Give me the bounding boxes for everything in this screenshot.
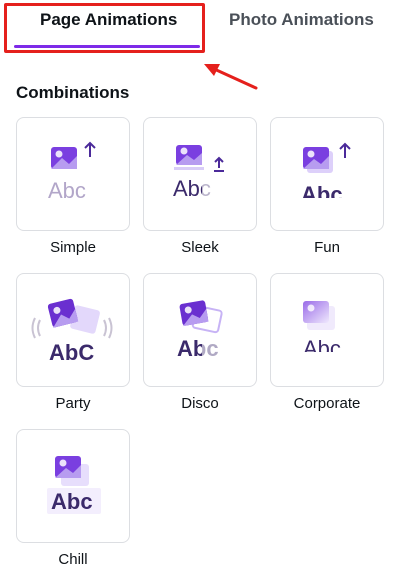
sample-text: Abc <box>48 178 86 203</box>
animation-preview-card[interactable]: AbC <box>16 273 130 387</box>
simple-preview-icon: Abc <box>48 141 96 203</box>
animation-tabs: Page Animations Photo Animations <box>0 0 405 52</box>
animation-label: Chill <box>58 551 88 568</box>
animation-preview-card[interactable]: Abc <box>143 117 257 231</box>
sleek-preview-icon: Abc <box>173 145 224 202</box>
disco-preview-icon: Abc <box>177 300 223 361</box>
fun-preview-icon: Abc <box>299 142 355 208</box>
sample-text: Abc <box>51 489 93 514</box>
animation-option-simple[interactable]: Abc Simple <box>16 117 130 267</box>
animation-preview-card[interactable]: Abc <box>270 273 384 387</box>
tab-page-animations[interactable]: Page Animations <box>40 10 177 36</box>
animation-option-chill[interactable]: Abc Chill <box>16 429 130 579</box>
active-tab-indicator <box>14 45 200 48</box>
animation-preview-card[interactable]: Abc <box>270 117 384 231</box>
sample-text: AbC <box>49 340 94 365</box>
annotation-arrow-icon <box>204 64 258 90</box>
corporate-preview-icon: Abc <box>301 301 353 362</box>
animation-label: Simple <box>50 239 96 256</box>
section-title: Combinations <box>16 83 130 102</box>
animation-label: Party <box>55 395 91 412</box>
animation-option-disco[interactable]: Abc Disco <box>143 273 257 423</box>
animation-preview-card[interactable]: Abc <box>143 273 257 387</box>
animation-option-sleek[interactable]: Abc Sleek <box>143 117 257 267</box>
tab-photo-animations[interactable]: Photo Animations <box>229 10 374 36</box>
party-preview-icon: AbC <box>31 298 113 365</box>
chill-preview-icon: Abc <box>47 456 101 514</box>
animation-label: Corporate <box>293 395 361 412</box>
animation-preview-card[interactable]: Abc <box>16 429 130 543</box>
animation-option-fun[interactable]: Abc Fun <box>270 117 384 267</box>
animation-label: Sleek <box>181 239 219 256</box>
animation-option-party[interactable]: AbC Party <box>16 273 130 423</box>
animation-option-corporate[interactable]: Abc Corporate <box>270 273 384 423</box>
animation-label: Disco <box>181 395 219 412</box>
animation-preview-card[interactable]: Abc <box>16 117 130 231</box>
animation-label: Fun <box>314 239 340 256</box>
